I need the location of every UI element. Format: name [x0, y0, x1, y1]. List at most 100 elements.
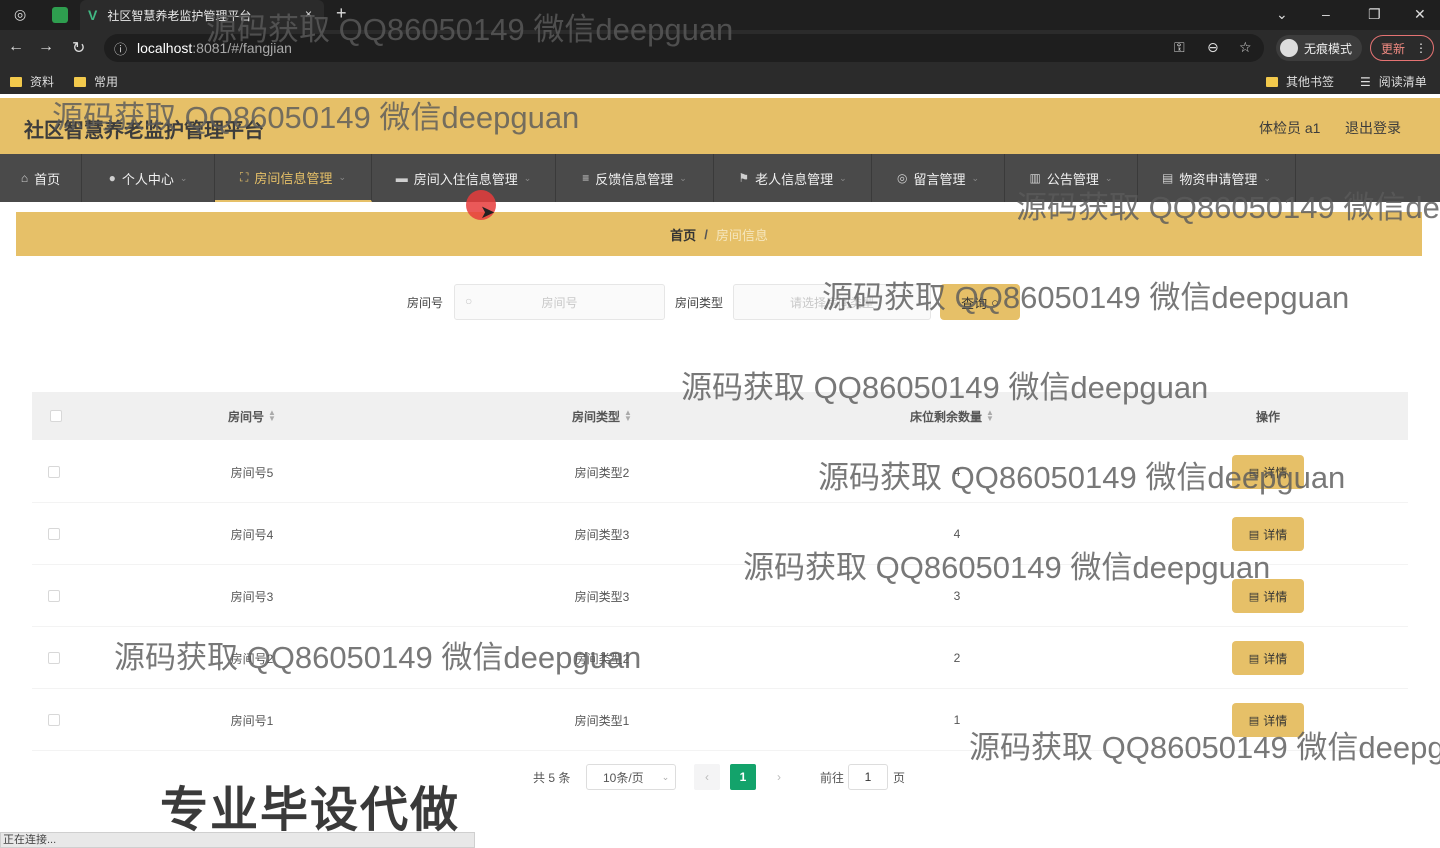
reload-icon[interactable]: ↻ — [72, 38, 85, 58]
detail-button[interactable]: ▤ 详情 — [1232, 703, 1304, 737]
detail-label: 详情 — [1263, 527, 1288, 542]
table-row: 房间号4 房间类型3 4 ▤ 详情 — [32, 503, 1408, 565]
tab-title: 社区智慧养老监护管理平台 — [107, 8, 252, 23]
address-bar: ← → ↻ ⓘ localhost :8081/#/fangjian ⚿ ⊖ ☆… — [0, 30, 1440, 66]
tab-search-icon[interactable]: ⌄ — [1276, 6, 1288, 23]
bookmark-label: 常用 — [94, 75, 119, 89]
compass-icon: ◎ — [896, 171, 908, 185]
document-icon: ▤ — [1248, 652, 1260, 665]
url-field[interactable]: ⓘ localhost :8081/#/fangjian — [104, 34, 1264, 62]
folder-icon — [1266, 76, 1278, 87]
restore-icon[interactable]: ❐ — [1368, 6, 1381, 23]
menu-item-supplies[interactable]: ▤ 物资申请管理 ⌄ — [1138, 154, 1296, 202]
room-type-placeholder: 请选择房间类型 — [789, 295, 874, 310]
breadcrumb-home[interactable]: 首页 — [670, 225, 696, 244]
row-checkbox[interactable] — [48, 466, 60, 478]
detail-button[interactable]: ▤ 详情 — [1232, 517, 1304, 551]
cell-room-type: 房间类型3 — [574, 527, 630, 542]
row-checkbox[interactable] — [48, 528, 60, 540]
cell-beds-left: 3 — [953, 589, 961, 603]
bookmark-folder-2[interactable]: 常用 — [74, 73, 118, 90]
zoom-icon[interactable]: ⊖ — [1207, 39, 1219, 56]
cell-room-type: 房间类型3 — [574, 589, 630, 604]
page-size-value: 10条/页 — [603, 770, 644, 785]
menu-item-room-info[interactable]: ⛶ 房间信息管理 ⌄ — [215, 154, 372, 202]
document-icon: ▤ — [1248, 590, 1260, 603]
back-icon[interactable]: ← — [8, 38, 24, 56]
menu-item-checkin-info[interactable]: ▬ 房间入住信息管理 ⌄ — [372, 154, 556, 202]
logout-link[interactable]: 退出登录 — [1345, 118, 1401, 138]
browser-tab-active[interactable]: V 社区智慧养老监护管理平台 × — [80, 0, 324, 30]
menu-item-messages[interactable]: ◎ 留言管理 ⌄ — [872, 154, 1005, 202]
folder-icon — [10, 76, 22, 87]
bookmark-folder-1[interactable]: 资料 — [10, 73, 54, 90]
cell-room-type: 房间类型2 — [574, 651, 630, 666]
menu-item-label: 物资申请管理 — [1179, 171, 1258, 187]
column-header-room-type[interactable]: 房间类型 ▲ ▼ — [512, 392, 692, 440]
cell-room-no: 房间号1 — [230, 713, 274, 728]
sort-icon[interactable]: ▲ ▼ — [986, 409, 994, 423]
menu-item-label: 首页 — [34, 171, 61, 187]
select-all-checkbox[interactable] — [50, 410, 62, 422]
detail-button[interactable]: ▤ 详情 — [1232, 579, 1304, 613]
menu-item-notices[interactable]: ▥ 公告管理 ⌄ — [1005, 154, 1138, 202]
browser-menu-icon[interactable]: ◎ — [14, 6, 26, 23]
browser-tab-bar: ◎ V 社区智慧养老监护管理平台 × + ⌄ – ❐ ✕ — [0, 0, 1440, 30]
detail-button[interactable]: ▤ 详情 — [1232, 641, 1304, 675]
chart-icon: ▥ — [1029, 171, 1041, 185]
other-bookmarks[interactable]: 其他书签 — [1266, 73, 1334, 90]
cell-beds-left: 4 — [953, 465, 961, 479]
document-icon: ▤ — [1248, 466, 1260, 479]
more-menu-icon[interactable]: ⋮ — [1415, 41, 1427, 55]
reading-list[interactable]: ☰ 阅读清单 — [1360, 73, 1427, 90]
room-no-label: 房间号 — [407, 296, 444, 310]
page-number-current[interactable]: 1 — [730, 764, 756, 790]
row-checkbox[interactable] — [48, 714, 60, 726]
column-header-beds-left[interactable]: 床位剩余数量 ▲ ▼ — [852, 392, 1052, 440]
incognito-label: 无痕模式 — [1304, 41, 1353, 56]
row-checkbox[interactable] — [48, 590, 60, 602]
column-header-action: 操作 — [1228, 392, 1308, 440]
forward-icon[interactable]: → — [38, 38, 54, 56]
tab-close-icon[interactable]: × — [305, 7, 312, 21]
app-title: 社区智慧养老监护管理平台 — [24, 120, 264, 142]
update-button[interactable]: 更新 ⋮ — [1370, 35, 1434, 61]
column-title: 房间号 — [228, 409, 265, 424]
detail-button[interactable]: ▤ 详情 — [1232, 455, 1304, 489]
column-header-room-no[interactable]: 房间号 ▲ ▼ — [162, 392, 342, 440]
room-type-select[interactable]: 请选择房间类型 — [733, 284, 931, 320]
room-no-input[interactable]: ○ 房间号 — [454, 284, 665, 320]
sort-icon[interactable]: ▲ ▼ — [624, 409, 632, 423]
menu-item-label: 个人中心 — [121, 171, 174, 187]
prev-page-button[interactable]: ‹ — [694, 764, 720, 790]
window-close-icon[interactable]: ✕ — [1414, 6, 1426, 23]
site-info-icon[interactable]: ⓘ — [114, 39, 127, 58]
column-title: 床位剩余数量 — [910, 409, 983, 424]
sort-icon[interactable]: ▲ ▼ — [268, 409, 276, 423]
minimize-icon[interactable]: – — [1322, 6, 1330, 22]
home-icon: ⌂ — [20, 171, 29, 185]
key-icon[interactable]: ⚿ — [1174, 39, 1185, 56]
next-page-button[interactable]: › — [766, 764, 792, 790]
cell-room-no: 房间号4 — [230, 527, 274, 542]
menu-item-personal-center[interactable]: ● 个人中心 ⌄ — [82, 154, 215, 202]
star-icon[interactable]: ☆ — [1239, 39, 1252, 56]
pagination-total: 共 5 条 — [533, 770, 571, 785]
column-title: 操作 — [1255, 409, 1280, 424]
menu-item-home[interactable]: ⌂ 首页 — [0, 154, 82, 202]
menu-item-elderly-info[interactable]: ⚑ 老人信息管理 ⌄ — [714, 154, 872, 202]
row-checkbox[interactable] — [48, 652, 60, 664]
goto-page-input[interactable]: 1 — [848, 764, 888, 790]
menu-item-feedback[interactable]: ≡ 反馈信息管理 ⌄ — [556, 154, 714, 202]
query-label: 查询 — [961, 295, 988, 311]
new-tab-icon[interactable]: + — [336, 3, 347, 24]
page-size-select[interactable]: 10条/页 ⌄ — [586, 764, 676, 790]
other-bookmarks-label: 其他书签 — [1286, 75, 1335, 89]
flag-icon: ⚑ — [738, 171, 750, 185]
detail-label: 详情 — [1263, 651, 1288, 666]
incognito-badge[interactable]: 无痕模式 — [1276, 35, 1363, 61]
folder-icon — [74, 76, 86, 87]
breadcrumb: 首页 / 房间信息 — [16, 212, 1422, 256]
tab-group-icon[interactable] — [52, 7, 68, 23]
query-button[interactable]: 查询 ○ — [940, 284, 1020, 320]
